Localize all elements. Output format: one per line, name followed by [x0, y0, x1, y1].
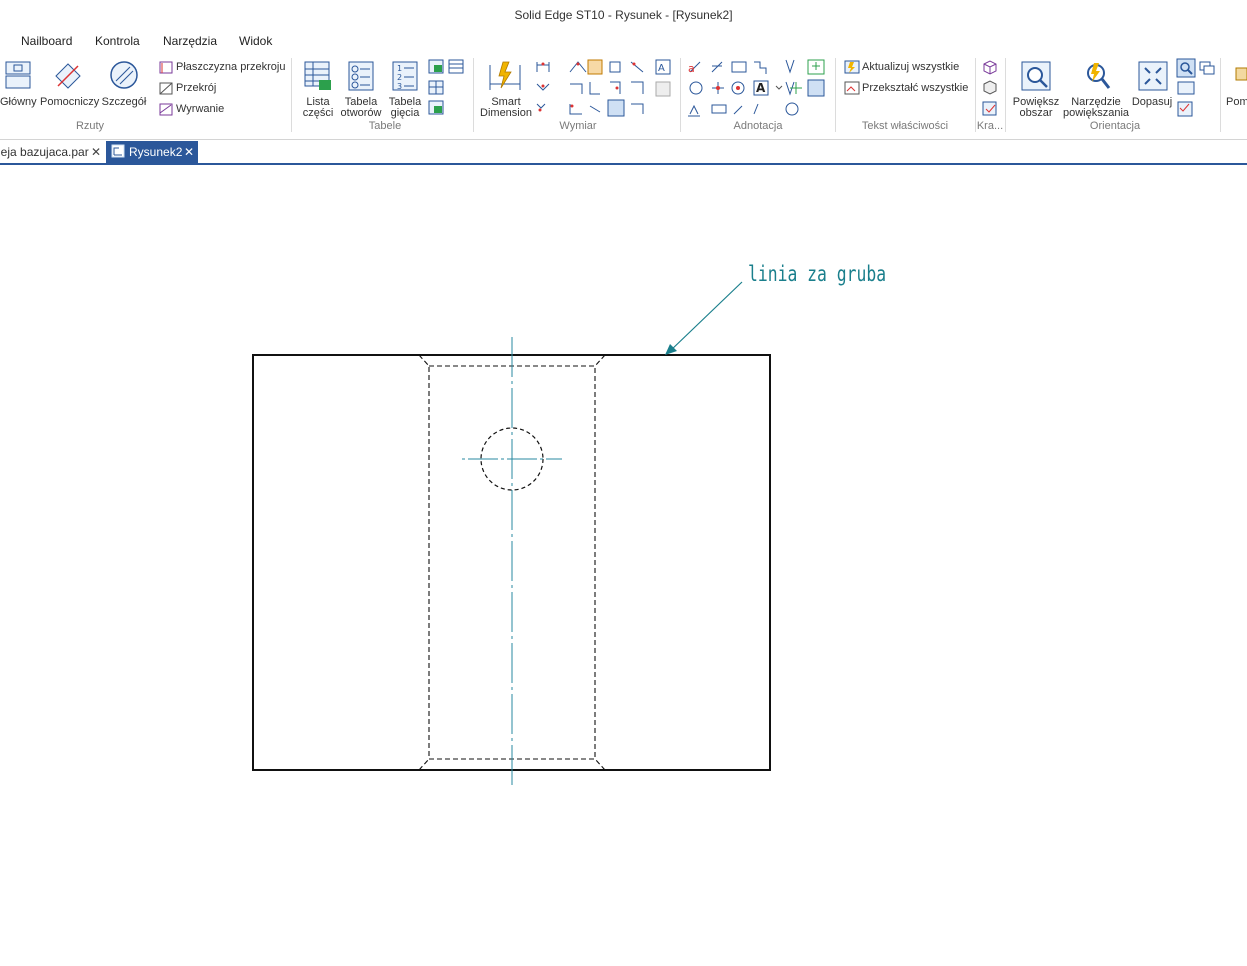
parts-list-icon[interactable] — [303, 60, 333, 92]
drawing-doc-icon — [111, 144, 125, 158]
tab-narzedzia[interactable]: Narzędzia — [163, 34, 217, 48]
document-tab-bar: leja bazujaca.par ✕ Rysunek2 ✕ — [0, 141, 1247, 165]
smart-dimension-label-2[interactable]: Dimension — [478, 108, 534, 119]
hole-table-icon[interactable] — [347, 60, 375, 92]
tab-widok[interactable]: Widok — [239, 34, 272, 48]
section-icon[interactable] — [159, 82, 174, 96]
annotation-leader[interactable] — [665, 281, 743, 355]
drawing-canvas[interactable]: linia za gruba — [0, 165, 1247, 966]
szczegol-button[interactable]: Szczegół — [100, 97, 148, 108]
bend-table-icon[interactable]: 1 2 3 — [391, 60, 419, 92]
group-label-kra: Kra... — [976, 120, 1004, 132]
broken-out-icon[interactable] — [159, 103, 174, 117]
tabela-giecia-label-2[interactable]: gięcia — [384, 108, 426, 119]
close-icon[interactable]: ✕ — [91, 143, 101, 161]
orientation-small-tools[interactable] — [1176, 58, 1216, 120]
detail-view-icon[interactable] — [108, 59, 140, 91]
group-label-rzuty: Rzuty — [75, 120, 105, 132]
powieksz-obszar-label-2[interactable]: obszar — [1011, 108, 1061, 119]
update-all-icon[interactable] — [844, 60, 860, 74]
aktualizuj-wszystkie-button[interactable]: Aktualizuj wszystkie — [862, 61, 959, 73]
view-cube-icons[interactable] — [981, 59, 999, 119]
group-label-adnotacja: Adnotacja — [733, 120, 783, 132]
dimension-tools-grid[interactable]: A — [534, 58, 674, 120]
group-label-wymiar: Wymiar — [559, 120, 597, 132]
svg-text:3: 3 — [397, 82, 402, 91]
svg-text:a: a — [688, 62, 695, 75]
close-icon[interactable]: ✕ — [184, 141, 194, 163]
section-plane-icon[interactable] — [159, 61, 174, 75]
annotation-tools-grid[interactable]: a A — [686, 58, 834, 120]
ribbon-tab-bar: Nailboard Kontrola Narzędzia Widok — [0, 32, 1247, 52]
group-label-tabele: Tabele — [368, 120, 402, 132]
window-title: Solid Edge ST10 - Rysunek - [Rysunek2] — [514, 8, 733, 22]
fit-icon[interactable] — [1137, 60, 1169, 92]
document-tab-label: Rysunek2 — [129, 145, 183, 159]
group-label-orientacja: Orientacja — [1089, 120, 1141, 132]
group-separator — [680, 58, 681, 132]
more-tools-icon[interactable] — [1234, 62, 1247, 82]
svg-text:A: A — [756, 81, 766, 95]
main-view-icon[interactable] — [4, 60, 32, 90]
group-separator — [1005, 58, 1006, 132]
dopasuj-button[interactable]: Dopasuj — [1130, 97, 1174, 108]
centerlines[interactable] — [462, 337, 562, 785]
document-tab-active[interactable]: Rysunek2 ✕ — [106, 141, 198, 163]
zoom-area-icon[interactable] — [1020, 60, 1052, 92]
przeksztalc-wszystkie-button[interactable]: Przekształć wszystkie — [862, 82, 968, 94]
document-tab-label: leja bazujaca.par — [0, 145, 89, 159]
group-separator — [1220, 58, 1221, 132]
group-label-tekst-wlasciwosci: Tekst właściwości — [861, 120, 949, 132]
svg-text:A: A — [658, 63, 665, 74]
tab-nailboard[interactable]: Nailboard — [21, 34, 72, 48]
table-small-tools[interactable] — [428, 59, 466, 119]
pom-label[interactable]: Pom — [1226, 97, 1247, 108]
svg-text:2: 2 — [397, 73, 402, 82]
zoom-tool-icon[interactable] — [1082, 60, 1112, 92]
plaszczyzna-button[interactable]: Płaszczyzna przekroju — [176, 61, 285, 73]
lista-czesci-label-2[interactable]: części — [299, 108, 337, 119]
wyrwanie-button[interactable]: Wyrwanie — [176, 103, 224, 115]
tab-kontrola[interactable]: Kontrola — [95, 34, 140, 48]
przekroj-button[interactable]: Przekrój — [176, 82, 216, 94]
glowny-button[interactable]: Główny — [0, 97, 37, 108]
convert-all-icon[interactable] — [844, 81, 860, 95]
group-separator — [473, 58, 474, 132]
narzedzie-powiekszania-label-2[interactable]: powiększania — [1062, 108, 1130, 119]
smart-dimension-icon[interactable] — [487, 60, 523, 94]
svg-text:1: 1 — [397, 64, 402, 73]
group-separator — [291, 58, 292, 132]
annotation-text[interactable]: linia za gruba — [748, 262, 886, 286]
auxiliary-view-icon[interactable] — [52, 60, 84, 92]
group-separator — [835, 58, 836, 132]
pomocniczy-button[interactable]: Pomocniczy — [40, 97, 99, 108]
drawing-sheet[interactable] — [0, 165, 1247, 966]
document-tab[interactable]: leja bazujaca.par ✕ — [0, 143, 104, 161]
tabela-otworow-label-2[interactable]: otworów — [339, 108, 383, 119]
